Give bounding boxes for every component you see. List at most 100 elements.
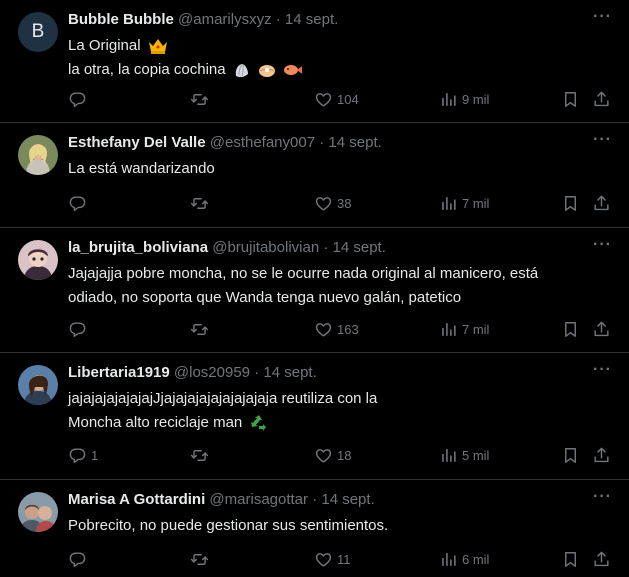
share-button[interactable] (592, 319, 611, 339)
share-icon (592, 194, 611, 213)
timestamp[interactable]: 14 sept. (285, 11, 338, 28)
tweet[interactable]: B Bubble Bubble @amarilysxyz · 14 sept. … (0, 0, 629, 123)
like-button[interactable]: 104 (314, 89, 359, 109)
tweet-text-line: la otra, la copia cochina (68, 61, 226, 78)
timestamp[interactable]: 14 sept. (321, 491, 374, 508)
views-button[interactable]: 9 mil (439, 89, 489, 109)
tweet-header: Libertaria1919 @los20959 · 14 sept. (68, 363, 317, 383)
reply-icon (68, 550, 87, 569)
username[interactable]: @marisagottar (209, 491, 308, 508)
heart-icon (314, 550, 333, 569)
view-count: 5 mil (462, 447, 490, 463)
tweet[interactable]: Marisa A Gottardini @marisagottar · 14 s… (0, 480, 629, 577)
retweet-button[interactable] (190, 193, 209, 213)
separator-dot: · (275, 11, 281, 28)
view-count: 9 mil (462, 91, 490, 107)
username[interactable]: @los20959 (174, 364, 250, 381)
tweet-text-line: Jajajajja pobre moncha, no se le ocurre … (68, 265, 539, 282)
display-name[interactable]: la_brujita_boliviana (68, 239, 208, 256)
view-count: 7 mil (462, 195, 490, 211)
tweet-actions: 163 7 mil (68, 319, 617, 339)
views-button[interactable]: 6 mil (439, 549, 489, 569)
avatar-photo (18, 365, 58, 405)
avatar[interactable] (18, 492, 58, 532)
like-count: 18 (337, 447, 352, 463)
fish-emoji (284, 65, 303, 76)
tweet-text: La Original la otra, la copia cochina (68, 34, 588, 82)
bookmark-button[interactable] (561, 89, 580, 109)
timestamp[interactable]: 14 sept. (263, 364, 316, 381)
share-icon (592, 90, 611, 109)
reply-button[interactable] (68, 193, 91, 213)
like-button[interactable]: 18 (314, 445, 351, 465)
views-icon (439, 550, 458, 569)
avatar-photo (18, 135, 58, 175)
bookmark-button[interactable] (561, 193, 580, 213)
retweet-button[interactable] (190, 549, 209, 569)
retweet-icon (190, 194, 209, 213)
more-options-icon[interactable]: ··· (593, 8, 612, 26)
avatar[interactable] (18, 135, 58, 175)
shell-emoji (235, 64, 248, 78)
recycle-emoji (251, 415, 267, 432)
tweet[interactable]: la_brujita_boliviana @brujitabolivian · … (0, 228, 629, 353)
avatar[interactable] (18, 365, 58, 405)
avatar[interactable]: B (18, 12, 58, 52)
tweet-actions: 1 18 5 mil (68, 445, 617, 465)
tweet-text: La está wandarizando (68, 157, 588, 181)
tweet-text-line: odiado, no soporta que Wanda tenga nuevo… (68, 289, 462, 306)
username[interactable]: @esthefany007 (210, 134, 315, 151)
more-options-icon[interactable]: ··· (593, 236, 612, 254)
reply-button[interactable] (68, 89, 91, 109)
timestamp[interactable]: 14 sept. (333, 239, 386, 256)
view-count: 6 mil (462, 551, 490, 567)
views-icon (439, 446, 458, 465)
timestamp[interactable]: 14 sept. (328, 134, 381, 151)
reply-button[interactable] (68, 549, 91, 569)
tweet-header: Esthefany Del Valle @esthefany007 · 14 s… (68, 133, 382, 153)
bookmark-icon (561, 90, 580, 109)
display-name[interactable]: Bubble Bubble (68, 11, 174, 28)
more-options-icon[interactable]: ··· (593, 488, 612, 506)
share-button[interactable] (592, 89, 611, 109)
view-count: 7 mil (462, 321, 490, 337)
username[interactable]: @brujitabolivian (212, 239, 319, 256)
tweet-feed: B Bubble Bubble @amarilysxyz · 14 sept. … (0, 0, 629, 577)
bookmark-button[interactable] (561, 445, 580, 465)
tweet-header: Marisa A Gottardini @marisagottar · 14 s… (68, 490, 375, 510)
tweet[interactable]: Esthefany Del Valle @esthefany007 · 14 s… (0, 123, 629, 228)
retweet-button[interactable] (190, 319, 209, 339)
share-button[interactable] (592, 193, 611, 213)
share-button[interactable] (592, 549, 611, 569)
views-button[interactable]: 7 mil (439, 319, 489, 339)
more-options-icon[interactable]: ··· (593, 131, 612, 149)
bookmark-icon (561, 320, 580, 339)
share-button[interactable] (592, 445, 611, 465)
retweet-button[interactable] (190, 445, 209, 465)
separator-dot: · (254, 364, 260, 381)
display-name[interactable]: Esthefany Del Valle (68, 134, 206, 151)
reply-button[interactable]: 1 (68, 445, 98, 465)
tweet[interactable]: Libertaria1919 @los20959 · 14 sept. ··· … (0, 353, 629, 480)
more-options-icon[interactable]: ··· (593, 361, 612, 379)
views-button[interactable]: 7 mil (439, 193, 489, 213)
tweet-text-line: Pobrecito, no puede gestionar sus sentim… (68, 517, 389, 534)
tweet-text: Jajajajja pobre moncha, no se le ocurre … (68, 262, 588, 310)
separator-dot: · (323, 239, 329, 256)
retweet-icon (190, 446, 209, 465)
tweet-actions: 104 9 mil (68, 89, 617, 109)
like-button[interactable]: 163 (314, 319, 359, 339)
views-button[interactable]: 5 mil (439, 445, 489, 465)
avatar[interactable] (18, 240, 58, 280)
bookmark-button[interactable] (561, 319, 580, 339)
username[interactable]: @amarilysxyz (178, 11, 272, 28)
like-button[interactable]: 11 (314, 549, 351, 569)
display-name[interactable]: Marisa A Gottardini (68, 491, 205, 508)
display-name[interactable]: Libertaria1919 (68, 364, 170, 381)
bookmark-button[interactable] (561, 549, 580, 569)
oyster-emoji (258, 65, 275, 78)
avatar-letter: B (31, 21, 45, 42)
reply-button[interactable] (68, 319, 91, 339)
like-button[interactable]: 38 (314, 193, 351, 213)
retweet-button[interactable] (190, 89, 209, 109)
